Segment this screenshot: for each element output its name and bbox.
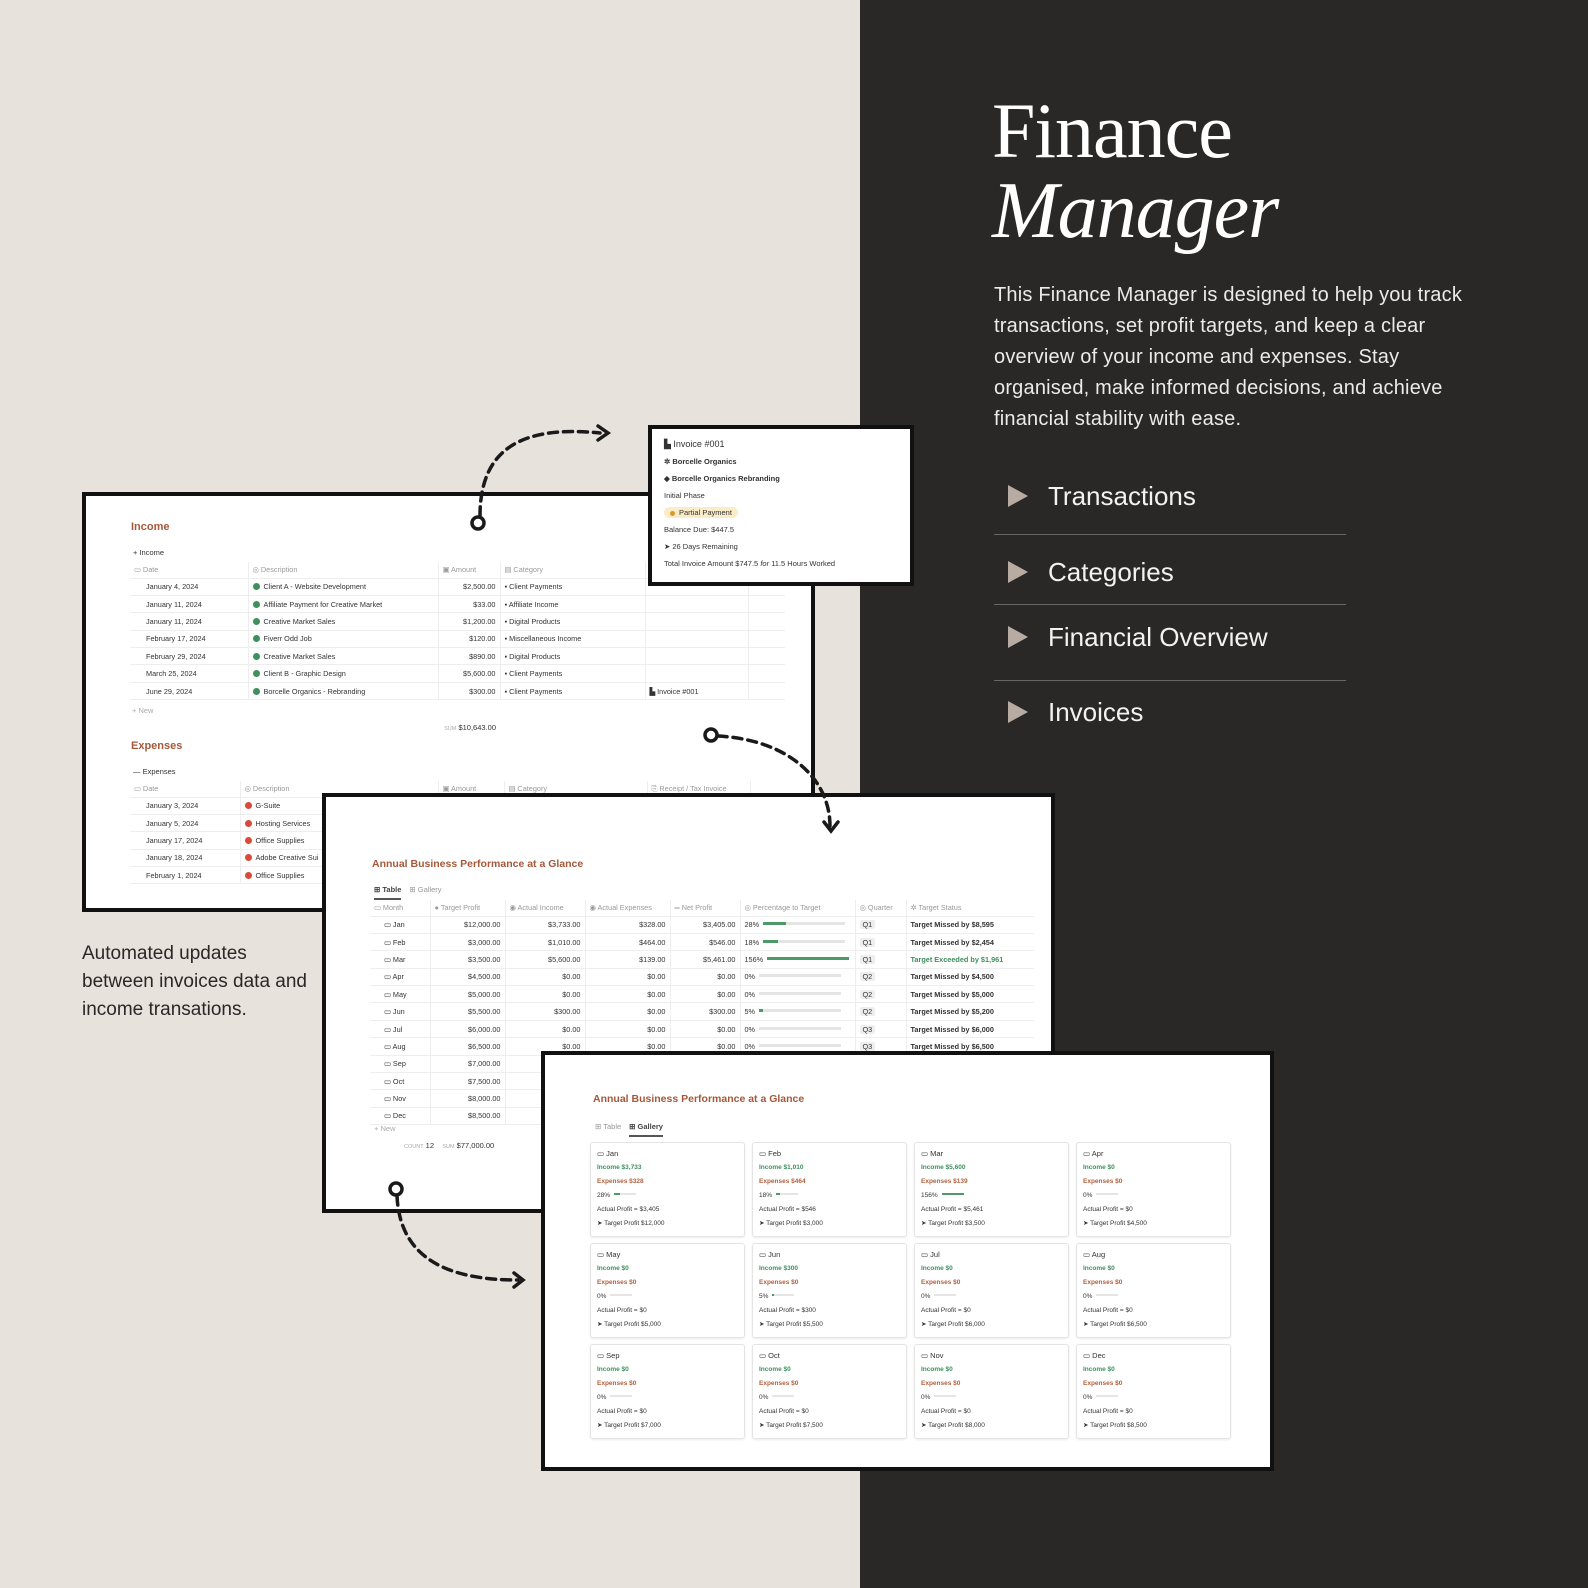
circle-anchor-icon — [388, 1181, 404, 1197]
circle-anchor-icon — [470, 515, 486, 531]
arrow-to-invoice — [478, 429, 602, 518]
arrow-to-gallery — [395, 1194, 520, 1282]
arrow-to-table — [716, 734, 832, 828]
circle-anchor-icon — [703, 727, 719, 743]
connector-arrows — [388, 424, 840, 1289]
